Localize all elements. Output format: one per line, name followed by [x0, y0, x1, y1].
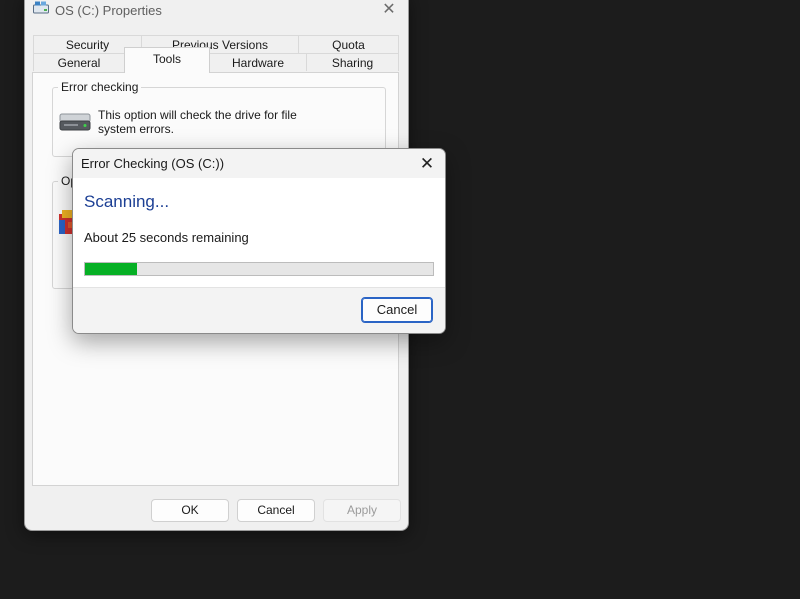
tab-tools[interactable]: Tools [124, 47, 210, 73]
progress-bar [84, 262, 434, 276]
error-checking-description: This option will check the drive for fil… [98, 108, 297, 136]
dialog-cancel-button[interactable]: Cancel [361, 297, 433, 323]
error-checking-dialog: Error Checking (OS (C:)) ✕ Scanning... A… [72, 148, 446, 334]
tab-general[interactable]: General [33, 53, 125, 71]
progress-bar-fill [85, 263, 138, 275]
tab-hardware[interactable]: Hardware [209, 53, 307, 71]
hard-drive-icon [59, 113, 91, 131]
properties-titlebar[interactable]: OS (C:) Properties ✕ [25, 0, 408, 25]
dialog-content: Scanning... About 25 seconds remaining [73, 178, 445, 289]
dialog-footer: Cancel [73, 287, 445, 333]
cancel-button[interactable]: Cancel [237, 499, 315, 522]
close-icon[interactable]: ✕ [415, 152, 439, 176]
ok-button[interactable]: OK [151, 499, 229, 522]
window-title: OS (C:) Properties [55, 3, 162, 18]
tab-quota[interactable]: Quota [298, 35, 399, 53]
drive-icon [33, 1, 49, 14]
time-remaining-text: About 25 seconds remaining [84, 230, 249, 245]
dialog-title: Error Checking (OS (C:)) [81, 156, 225, 171]
error-checking-group: Error checking This option will check th… [52, 80, 386, 157]
tab-sharing[interactable]: Sharing [306, 53, 399, 71]
apply-button[interactable]: Apply [323, 499, 401, 522]
scanning-heading: Scanning... [84, 192, 170, 211]
error-checking-label: Error checking [58, 80, 142, 94]
close-icon[interactable]: ✕ [378, 0, 400, 21]
dialog-titlebar[interactable]: Error Checking (OS (C:)) ✕ [73, 149, 445, 178]
